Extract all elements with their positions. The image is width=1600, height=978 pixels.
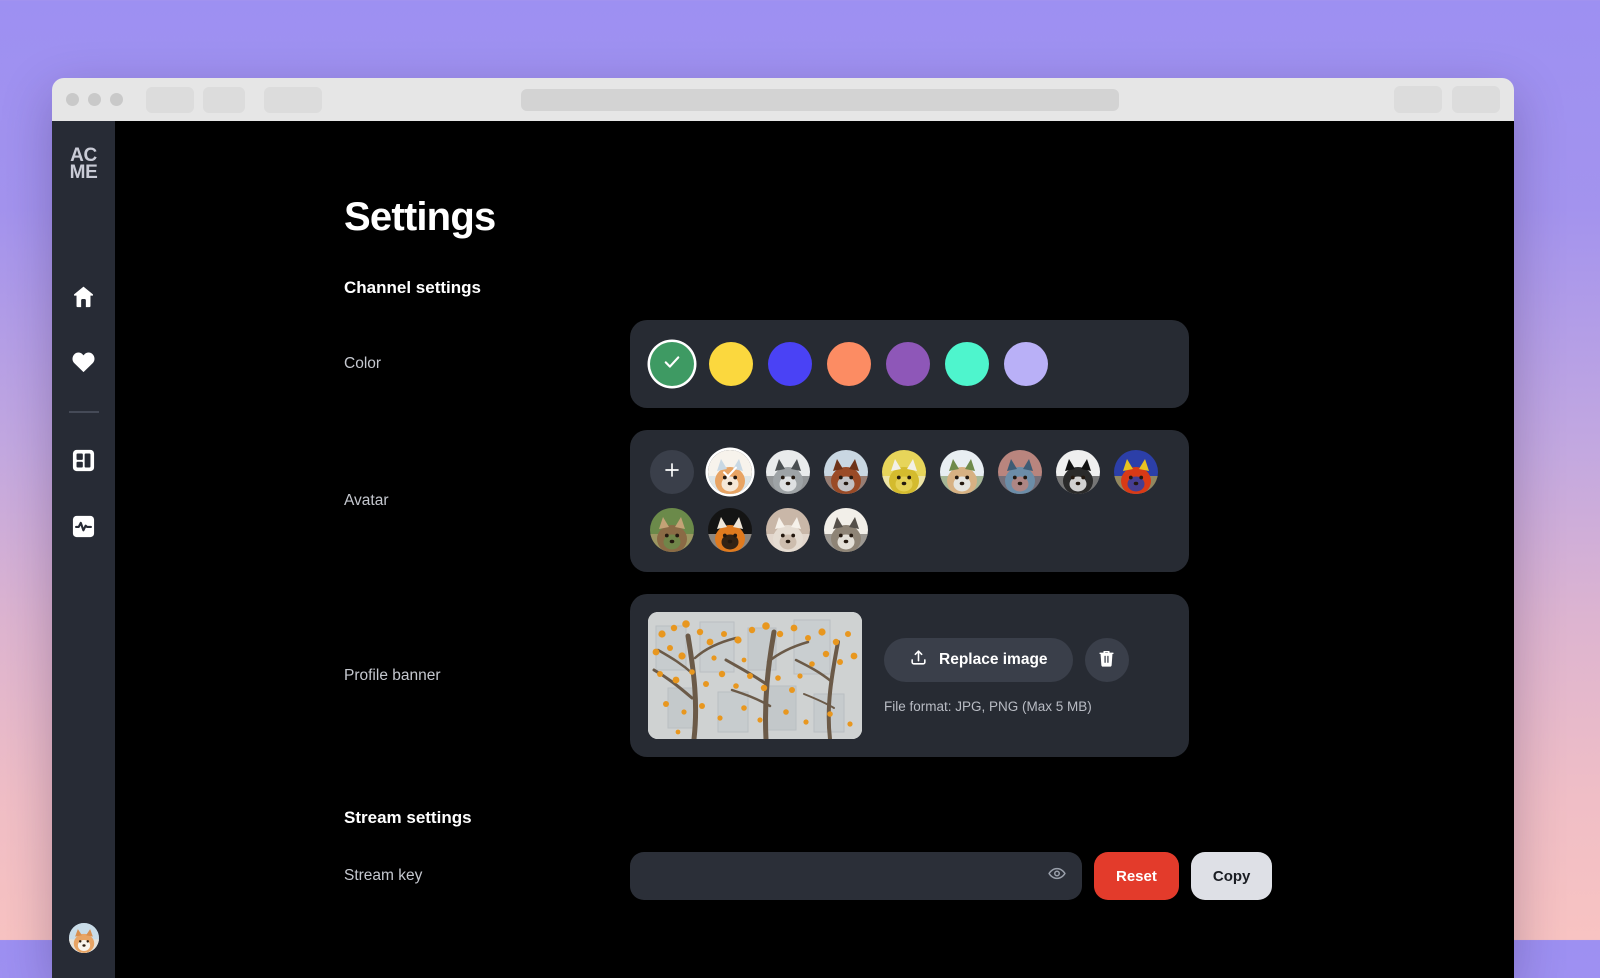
main-content: Settings Channel settings Color Avatar P… <box>115 121 1514 978</box>
replace-image-button[interactable]: Replace image <box>884 637 1073 682</box>
app-body: AC ME Settings Channel settings Color Av… <box>52 121 1514 978</box>
setting-label-color: Color <box>344 355 382 372</box>
avatar-option-pug[interactable] <box>1056 450 1100 494</box>
sidebar: AC ME <box>52 121 115 978</box>
profile-banner-card: Replace image File format: JPG, PNG (Max… <box>630 594 1189 757</box>
profile-banner-button-row: Replace image <box>884 637 1129 682</box>
brand-logo[interactable]: AC ME <box>69 146 98 183</box>
browser-action-2[interactable] <box>1452 86 1500 113</box>
sidebar-item-home[interactable] <box>63 275 105 317</box>
avatar-option-giraffe[interactable] <box>940 450 984 494</box>
page-title: Settings <box>344 195 496 239</box>
sidebar-nav <box>63 275 105 571</box>
avatar-option-horse[interactable] <box>824 450 868 494</box>
color-swatch-yellow[interactable] <box>709 342 753 386</box>
check-icon <box>662 352 682 377</box>
sidebar-user-avatar[interactable] <box>68 923 99 953</box>
avatar-option-bear[interactable] <box>650 508 694 552</box>
avatar-option-hippo[interactable] <box>998 450 1042 494</box>
replace-image-label: Replace image <box>939 650 1048 668</box>
upload-icon <box>909 648 928 672</box>
setting-row-avatar: Avatar <box>344 430 1514 572</box>
avatar-option-sheep[interactable] <box>766 508 810 552</box>
avatar-option-tiger[interactable] <box>708 508 752 552</box>
setting-row-color: Color <box>344 320 1514 408</box>
avatar-option-parrot[interactable] <box>1114 450 1158 494</box>
avatar-option-gazelle[interactable] <box>882 450 926 494</box>
minimize-window-button[interactable] <box>88 93 101 106</box>
sidebar-item-dashboard[interactable] <box>63 439 105 481</box>
color-swatch-lavender[interactable] <box>1004 342 1048 386</box>
color-swatch-purple[interactable] <box>886 342 930 386</box>
stream-key-input-wrap <box>630 852 1082 900</box>
plus-icon <box>663 461 681 484</box>
browser-action-1[interactable] <box>1394 86 1442 113</box>
delete-banner-button[interactable] <box>1084 637 1129 682</box>
sidebar-divider <box>68 411 99 413</box>
browser-tab-1[interactable] <box>146 86 194 113</box>
add-avatar-button[interactable] <box>650 450 694 494</box>
close-window-button[interactable] <box>66 93 79 106</box>
section-title-stream: Stream settings <box>344 808 472 827</box>
color-swatch-coral[interactable] <box>827 342 871 386</box>
color-swatch-green[interactable] <box>650 342 694 386</box>
setting-label-avatar: Avatar <box>344 492 389 509</box>
home-icon <box>70 283 97 310</box>
profile-banner-thumbnail[interactable] <box>648 612 862 739</box>
copy-stream-key-button[interactable]: Copy <box>1190 852 1273 900</box>
user-avatar-shiba <box>68 923 99 953</box>
setting-row-profile-banner: Profile banner Replace image File format… <box>344 594 1514 757</box>
setting-row-stream-key: Stream key Reset Copy <box>344 852 1514 900</box>
sidebar-item-analytics[interactable] <box>63 505 105 547</box>
avatar-option-hedgehog[interactable] <box>824 508 868 552</box>
setting-label-stream-key: Stream key <box>344 867 423 884</box>
browser-url-bar[interactable] <box>521 88 1119 111</box>
heart-icon <box>70 349 97 376</box>
section-title-channel: Channel settings <box>344 278 481 297</box>
brand-line-2: ME <box>69 162 98 183</box>
layout-grid-icon <box>70 447 97 474</box>
color-swatch-card <box>630 320 1189 408</box>
avatar-option-shiba-inu[interactable] <box>708 450 752 494</box>
browser-chrome-actions <box>1394 86 1500 113</box>
stream-key-input[interactable] <box>630 852 1082 900</box>
color-swatch-blue[interactable] <box>768 342 812 386</box>
browser-window: AC ME Settings Channel settings Color Av… <box>52 78 1514 978</box>
setting-label-profile-banner: Profile banner <box>344 666 441 684</box>
color-swatch-turquoise[interactable] <box>945 342 989 386</box>
avatar-picker-card <box>630 430 1189 572</box>
check-icon <box>721 463 740 482</box>
browser-tab-2[interactable] <box>203 86 245 113</box>
traffic-lights <box>66 93 123 106</box>
banner-format-hint: File format: JPG, PNG (Max 5 MB) <box>884 698 1092 714</box>
browser-tab-3[interactable] <box>264 86 322 113</box>
profile-banner-actions: Replace image File format: JPG, PNG (Max… <box>884 637 1129 714</box>
reset-stream-key-button[interactable]: Reset <box>1094 852 1179 900</box>
maximize-window-button[interactable] <box>110 93 123 106</box>
activity-pulse-icon <box>70 513 97 540</box>
browser-chrome <box>52 78 1514 121</box>
eye-icon[interactable] <box>1048 865 1066 888</box>
autumn-tree-building-photo <box>648 612 862 739</box>
sidebar-item-favorites[interactable] <box>63 341 105 383</box>
trash-icon <box>1097 649 1116 671</box>
avatar-option-dog[interactable] <box>766 450 810 494</box>
